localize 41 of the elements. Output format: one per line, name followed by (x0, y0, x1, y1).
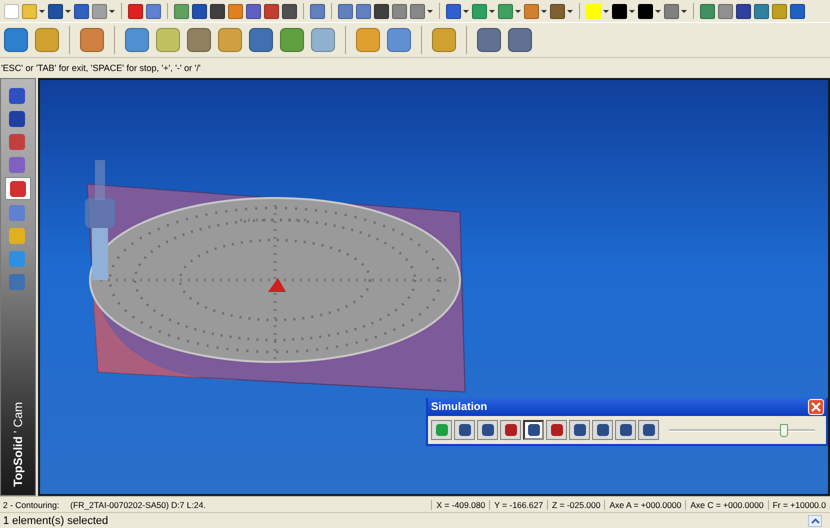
caret-icon[interactable] (567, 10, 573, 12)
caret-icon[interactable] (109, 10, 115, 12)
caret-icon[interactable] (681, 10, 687, 12)
playback-button[interactable] (615, 420, 636, 440)
coordinate-readout: Fr = +10000.0 (768, 500, 830, 510)
tool-label: (FR_2TAI-0070202-SA50) D:7 L:24. (69, 500, 207, 510)
coordinate-readout: Z = -025.000 (547, 500, 604, 510)
panel-title: Simulation (431, 401, 488, 413)
caret-icon[interactable] (65, 10, 71, 12)
brand-label: TopSolid ' Cam (11, 402, 25, 487)
caret-icon[interactable] (489, 10, 495, 12)
caret-icon[interactable] (629, 10, 635, 12)
playback-button[interactable] (569, 420, 590, 440)
close-icon (811, 402, 821, 412)
caret-icon[interactable] (427, 10, 433, 12)
sidebar-tool-button[interactable] (5, 177, 31, 200)
chevron-up-icon (810, 518, 820, 524)
message-text: 1 element(s) selected (3, 514, 108, 526)
playback-button[interactable] (592, 420, 613, 440)
playback-button[interactable] (638, 420, 659, 440)
coordinate-readout: Axe C = +000.0000 (685, 500, 768, 510)
hint-text: 'ESC' or 'TAB' for exit, 'SPACE' for stop, '+', '-' or '/' (1, 63, 201, 73)
coordinate-readout: X = -409.080 (431, 500, 490, 510)
playback-button[interactable] (477, 420, 498, 440)
origin-marker (268, 278, 286, 292)
speed-slider[interactable] (669, 423, 815, 437)
slider-thumb[interactable] (780, 424, 788, 437)
playback-button[interactable] (523, 420, 544, 440)
caret-icon[interactable] (541, 10, 547, 12)
coordinate-readout: Axe A = +000.0000 (604, 500, 686, 510)
caret-icon[interactable] (39, 10, 45, 12)
close-button[interactable] (808, 399, 824, 415)
color-swatch[interactable] (586, 4, 601, 18)
coordinate-readout: Y = -166.627 (489, 500, 548, 510)
caret-icon[interactable] (463, 10, 469, 12)
playback-button[interactable] (454, 420, 475, 440)
caret-icon[interactable] (515, 10, 521, 12)
caret-icon[interactable] (655, 10, 661, 12)
operation-label: 2 - Contouring: (2, 500, 60, 510)
expand-button[interactable] (808, 514, 822, 526)
caret-icon[interactable] (603, 10, 609, 12)
